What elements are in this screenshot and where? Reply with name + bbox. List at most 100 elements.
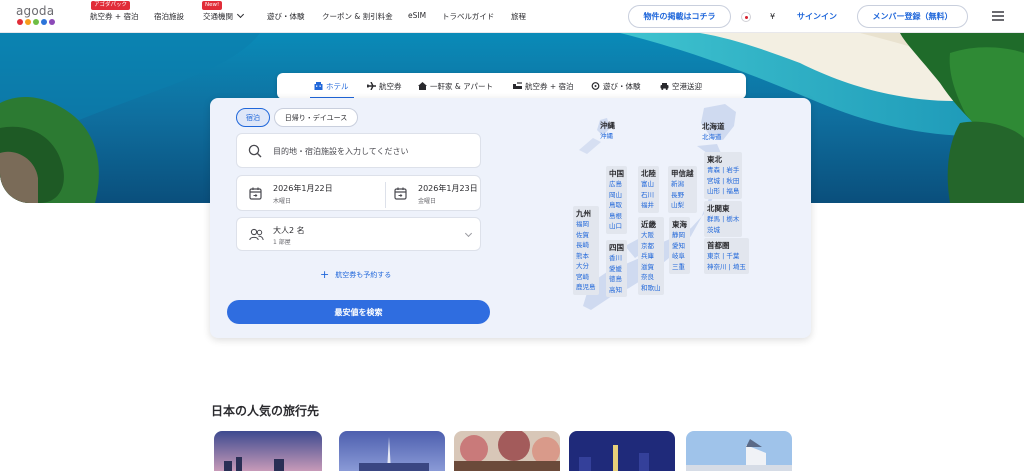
logo-dots [17,19,61,25]
region-link[interactable]: 熊本 [576,251,596,262]
region-link[interactable]: 鳥取 [609,200,624,211]
guests-field[interactable]: 大人2 名 1 部屋 [236,217,481,251]
region-link[interactable]: 岐阜 [672,251,687,262]
add-flight-link[interactable]: + 航空券も予約する [320,268,391,281]
region-link[interactable]: 兵庫 [641,251,661,262]
nav-item-travel-guide[interactable]: トラベルガイド [442,11,494,22]
register-button[interactable]: メンバー登録（無料） [857,5,968,28]
destination-card[interactable] [214,431,322,471]
nav-item-activities[interactable]: 遊び・体験 [267,11,305,22]
region-link[interactable]: 沖縄 [600,131,615,142]
region-link[interactable]: 愛媛 [609,264,624,275]
region-link[interactable]: 山口 [609,221,624,232]
region-kitakanto[interactable]: 北関東 群馬 | 栃木 茨城 [704,201,743,237]
nav-item-accommodation[interactable]: 宿泊施設 [154,11,184,22]
nav-item-coupons[interactable]: クーポン & 割引料金 [322,11,393,22]
stay-type-overnight[interactable]: 宿泊 [236,108,270,127]
region-link[interactable]: 和歌山 [641,283,661,294]
region-koshinetsu[interactable]: 甲信越 新潟 長野 山梨 [668,166,697,213]
region-link[interactable]: 群馬 | 栃木 [707,214,739,225]
date-field[interactable]: 2026年1月22日 木曜日 2026年1月23日 金曜日 [236,175,481,211]
region-kinki[interactable]: 近畿 大阪 京都 兵庫 滋賀 奈良 和歌山 [638,217,664,295]
region-link[interactable]: 京都 [641,241,661,252]
region-shikoku[interactable]: 四国 香川 愛媛 徳島 高知 [606,240,627,297]
nav-item-itinerary[interactable]: 旅程 [511,11,526,22]
japan-flag-icon[interactable] [741,12,751,22]
tab-flights[interactable]: 航空券 [367,81,402,92]
region-link[interactable]: 茨城 [707,225,739,236]
tab-airport-transfer[interactable]: 空港送迎 [660,81,702,92]
region-link[interactable]: 三重 [672,262,687,273]
region-link[interactable]: 奈良 [641,272,661,283]
region-link[interactable]: 鹿児島 [576,282,596,293]
region-tohoku[interactable]: 東北 青森 | 岩手 宮城 | 秋田 山形 | 福島 [704,152,743,199]
region-okinawa[interactable]: 沖縄 沖縄 [597,118,618,144]
region-link[interactable]: 宮崎 [576,272,596,283]
destination-card[interactable] [339,431,445,471]
region-chugoku[interactable]: 中国 広島 岡山 鳥取 島根 山口 [606,166,627,234]
region-kyushu[interactable]: 九州 福岡 佐賀 長崎 熊本 大分 宮崎 鹿児島 [573,206,599,295]
tab-flight-hotel[interactable]: 航空券 + 宿泊 [513,81,574,92]
region-link[interactable]: 岡山 [609,190,624,201]
plus-icon: + [320,268,330,281]
chevron-down-icon [464,229,473,238]
region-link[interactable]: 石川 [641,190,656,201]
guests-icon [249,228,264,241]
currency-selector[interactable]: ¥ [770,12,775,21]
list-property-button[interactable]: 物件の掲載はコチラ [628,5,731,28]
tab-activities[interactable]: 遊び・体験 [591,81,641,92]
region-hokkaido[interactable]: 北海道 北海道 [699,119,728,145]
region-link[interactable]: 佐賀 [576,230,596,241]
region-link[interactable]: 富山 [641,179,656,190]
nav-badge-package: アゴダパック [91,1,131,10]
calendar-checkout-icon [394,187,407,200]
region-title: 東北 [707,155,722,164]
agoda-logo[interactable]: agoda [16,5,61,29]
region-link[interactable]: 大分 [576,261,596,272]
region-title: 首都圏 [707,241,730,250]
destination-card[interactable] [454,431,560,471]
region-link[interactable]: 北海道 [702,132,725,143]
nav-item-transport[interactable]: 交通機関 [203,10,245,22]
region-link[interactable]: 香川 [609,253,624,264]
region-link[interactable]: 愛知 [672,241,687,252]
tab-homes[interactable]: 一軒家 & アパート [418,81,493,92]
region-link[interactable]: 滋賀 [641,262,661,273]
region-link[interactable]: 青森 | 岩手 [707,165,739,176]
destination-card[interactable] [686,431,792,471]
region-link[interactable]: 山形 | 福島 [707,186,739,197]
search-button[interactable]: 最安値を検索 [227,300,490,324]
region-title: 東海 [672,220,687,229]
stay-type-dayuse[interactable]: 日帰り・デイユース [274,108,358,127]
tab-hotel[interactable]: ホテル [314,81,349,92]
region-link[interactable]: 大阪 [641,230,661,241]
destination-card[interactable] [569,431,675,471]
nav-item-flight-hotel[interactable]: 航空券 + 宿泊 [90,11,139,22]
car-icon [660,83,669,90]
region-link[interactable]: 神奈川 | 埼玉 [707,262,746,273]
guests-count: 大人2 名 [273,226,305,235]
region-tokai[interactable]: 東海 静岡 愛知 岐阜 三重 [669,217,690,274]
region-link[interactable]: 宮城 | 秋田 [707,176,739,187]
destination-photo [454,431,560,471]
region-link[interactable]: 山梨 [671,200,694,211]
region-link[interactable]: 徳島 [609,274,624,285]
region-link[interactable]: 長野 [671,190,694,201]
region-link[interactable]: 福岡 [576,219,596,230]
region-link[interactable]: 東京 | 千葉 [707,251,746,262]
region-link[interactable]: 広島 [609,179,624,190]
region-link[interactable]: 福井 [641,200,656,211]
region-link[interactable]: 静岡 [672,230,687,241]
region-link[interactable]: 新潟 [671,179,694,190]
region-link[interactable]: 高知 [609,285,624,296]
region-shutoken[interactable]: 首都圏 東京 | 千葉 神奈川 | 埼玉 [704,238,749,274]
region-hokuriku[interactable]: 北陸 富山 石川 福井 [638,166,659,213]
destination-field[interactable]: 目的地・宿泊施設を入力してください [236,133,481,168]
region-link[interactable]: 長崎 [576,240,596,251]
hamburger-menu-icon[interactable] [992,11,1004,21]
hotel-icon [314,82,323,90]
sign-in-link[interactable]: サインイン [797,11,837,22]
nav-item-esim[interactable]: eSIM [408,11,426,20]
date-divider [385,182,386,208]
region-link[interactable]: 島根 [609,211,624,222]
